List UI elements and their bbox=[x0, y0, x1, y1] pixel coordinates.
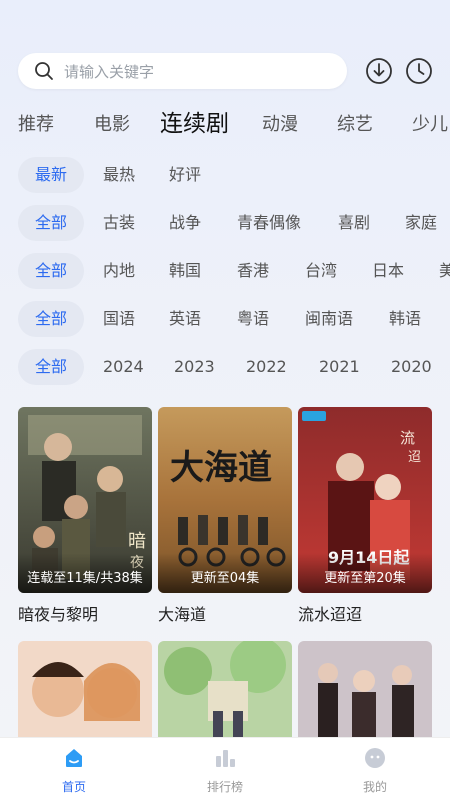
filter-chip-2020[interactable]: 2020 bbox=[391, 349, 432, 385]
filter-chip-war[interactable]: 战争 bbox=[169, 205, 201, 241]
card-title: 大海道 bbox=[158, 605, 207, 624]
filter-chip-hongkong[interactable]: 香港 bbox=[237, 253, 269, 289]
nav-home-label: 首页 bbox=[61, 780, 86, 794]
episode-badge: 连载至11集/共38集 bbox=[18, 553, 152, 593]
category-tabs: 推荐 电影 连续剧 动漫 综艺 少儿 bbox=[0, 104, 450, 140]
filter-row-year: 全部 2024 2023 2022 2021 2020 bbox=[0, 349, 450, 385]
bottom-navigation: 首页 排行榜 我的 bbox=[0, 737, 450, 800]
filter-chip-taiwan[interactable]: 台湾 bbox=[305, 253, 337, 289]
download-icon[interactable] bbox=[364, 56, 394, 86]
filter-chip-korea[interactable]: 韩国 bbox=[169, 253, 201, 289]
filter-chip-2021[interactable]: 2021 bbox=[319, 349, 360, 385]
filter-row-language: 全部 国语 英语 粤语 闽南语 韩语 bbox=[0, 301, 450, 337]
nav-profile-label: 我的 bbox=[362, 780, 387, 794]
poster-image bbox=[298, 641, 432, 751]
filter-chip-2022[interactable]: 2022 bbox=[246, 349, 287, 385]
filter-chip-hottest[interactable]: 最热 bbox=[103, 157, 135, 193]
search-row: 请输入关键字 bbox=[18, 52, 436, 90]
nav-home[interactable]: 首页 bbox=[34, 746, 114, 795]
content-card[interactable]: 大海道 更新至04集 大海道 bbox=[158, 407, 292, 625]
filter-chip-youth-idol[interactable]: 青春偶像 bbox=[237, 205, 301, 241]
poster-image: 大海道 更新至04集 bbox=[158, 407, 292, 593]
tab-movie[interactable]: 电影 bbox=[94, 110, 130, 136]
search-input[interactable]: 请输入关键字 bbox=[18, 53, 347, 89]
content-card[interactable] bbox=[158, 641, 292, 751]
svg-text:暗: 暗 bbox=[128, 531, 146, 552]
profile-icon bbox=[365, 748, 385, 768]
tab-kids[interactable]: 少儿 bbox=[412, 110, 448, 136]
ranking-icon bbox=[216, 750, 235, 767]
home-icon bbox=[66, 749, 82, 767]
episode-badge: 更新至04集 bbox=[158, 553, 292, 593]
svg-text:流: 流 bbox=[400, 429, 415, 447]
content-card[interactable] bbox=[298, 641, 432, 751]
filter-chip-comedy[interactable]: 喜剧 bbox=[338, 205, 370, 241]
filter-chip-minnan[interactable]: 闽南语 bbox=[305, 301, 353, 337]
nav-ranking-label: 排行榜 bbox=[206, 780, 243, 794]
filter-chip-latest[interactable]: 最新 bbox=[18, 157, 84, 193]
filter-chip-mandarin[interactable]: 国语 bbox=[103, 301, 135, 337]
nav-profile[interactable]: 我的 bbox=[335, 746, 415, 795]
content-card[interactable]: 流 迢 9月14日起 更新至第20集 流水迢迢 bbox=[298, 407, 432, 625]
nav-ranking[interactable]: 排行榜 bbox=[185, 746, 265, 795]
tab-recommend[interactable]: 推荐 bbox=[18, 110, 54, 136]
filter-chip-mainland[interactable]: 内地 bbox=[103, 253, 135, 289]
poster-image bbox=[18, 641, 152, 751]
tab-tv-series[interactable]: 连续剧 bbox=[160, 104, 229, 138]
filter-chip-english[interactable]: 英语 bbox=[169, 301, 201, 337]
filter-chip-genre-all[interactable]: 全部 bbox=[18, 205, 84, 241]
filter-chip-top-rated[interactable]: 好评 bbox=[169, 157, 201, 193]
filter-chip-2024[interactable]: 2024 bbox=[103, 349, 144, 385]
svg-text:大海道: 大海道 bbox=[170, 448, 272, 488]
poster-image bbox=[158, 641, 292, 751]
filter-chip-usa[interactable]: 美 bbox=[439, 253, 450, 289]
poster-image: 暗 夜 连载至11集/共38集 bbox=[18, 407, 152, 593]
content-card[interactable]: 暗 夜 连载至11集/共38集 暗夜与黎明 bbox=[18, 407, 152, 625]
tab-variety[interactable]: 综艺 bbox=[337, 110, 373, 136]
search-placeholder: 请输入关键字 bbox=[64, 62, 155, 81]
filter-chip-2023[interactable]: 2023 bbox=[174, 349, 215, 385]
episode-badge: 更新至第20集 bbox=[298, 553, 432, 593]
filter-row-region: 全部 内地 韩国 香港 台湾 日本 美 bbox=[0, 253, 450, 289]
filter-chip-family[interactable]: 家庭 bbox=[405, 205, 437, 241]
filter-chip-korean[interactable]: 韩语 bbox=[389, 301, 421, 337]
filter-chip-costume[interactable]: 古装 bbox=[103, 205, 135, 241]
filter-row-sort: 最新 最热 好评 bbox=[0, 157, 450, 193]
card-title: 流水迢迢 bbox=[298, 605, 363, 624]
filter-chip-region-all[interactable]: 全部 bbox=[18, 253, 84, 289]
content-card[interactable] bbox=[18, 641, 152, 751]
tab-anime[interactable]: 动漫 bbox=[262, 110, 298, 136]
filter-chip-year-all[interactable]: 全部 bbox=[18, 349, 84, 385]
filter-chip-cantonese[interactable]: 粤语 bbox=[237, 301, 269, 337]
filter-chip-language-all[interactable]: 全部 bbox=[18, 301, 84, 337]
history-icon[interactable] bbox=[404, 56, 434, 86]
svg-text:迢: 迢 bbox=[408, 450, 421, 465]
search-icon bbox=[35, 62, 53, 80]
card-title: 暗夜与黎明 bbox=[18, 605, 99, 624]
filter-chip-japan[interactable]: 日本 bbox=[372, 253, 404, 289]
poster-image: 流 迢 9月14日起 更新至第20集 bbox=[298, 407, 432, 593]
filter-row-genre: 全部 古装 战争 青春偶像 喜剧 家庭 bbox=[0, 205, 450, 241]
